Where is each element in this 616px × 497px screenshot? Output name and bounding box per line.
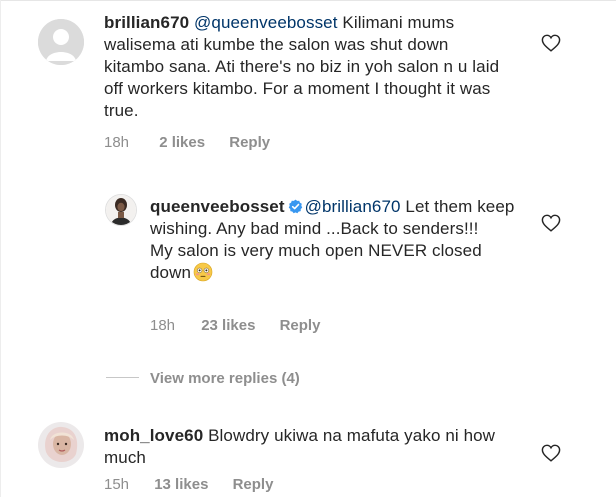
comment-time: 18h bbox=[104, 134, 130, 151]
profile-photo-icon bbox=[106, 195, 136, 225]
heart-outline-icon[interactable] bbox=[541, 214, 561, 232]
comment-likes[interactable]: 2 likes bbox=[159, 134, 205, 152]
comment-meta: 18h 23 likes Reply bbox=[150, 317, 320, 335]
comment-time: 18h bbox=[150, 317, 176, 334]
comment-username[interactable]: queenveebosset bbox=[150, 197, 285, 216]
avatar-moh_love60[interactable] bbox=[38, 422, 84, 468]
reply-button[interactable]: Reply bbox=[229, 134, 270, 152]
flushed-face-emoji-icon bbox=[193, 262, 213, 282]
reply-button[interactable]: Reply bbox=[280, 317, 321, 335]
comment-time: 15h bbox=[104, 476, 130, 493]
default-avatar-icon bbox=[38, 19, 84, 65]
comment-moh_love60: moh_love60 Blowdry ukiwa na mafuta yako … bbox=[0, 410, 616, 497]
comment-text: queenveebosset @brillian670 Let them keep… bbox=[150, 196, 520, 284]
comment-username[interactable]: brillian670 bbox=[104, 13, 189, 32]
view-more-replies-button[interactable]: View more replies (4) bbox=[106, 370, 300, 387]
comment-brillian670: brillian670 @queenveebosset Kilimani mum… bbox=[0, 0, 616, 165]
comment-text: brillian670 @queenveebosset Kilimani mum… bbox=[104, 12, 504, 122]
comment-meta: 18h 2 likes Reply bbox=[104, 134, 270, 152]
comment-mention[interactable]: @queenveebosset bbox=[194, 13, 338, 32]
reply-queenveebosset: queenveebosset @brillian670 Let them keep… bbox=[0, 180, 616, 350]
profile-photo-icon bbox=[38, 422, 84, 468]
comment-likes[interactable]: 13 likes bbox=[154, 476, 208, 494]
verified-badge-icon bbox=[288, 199, 302, 214]
comment-mention[interactable]: @brillian670 bbox=[305, 197, 401, 216]
comment-text: moh_love60 Blowdry ukiwa na mafuta yako … bbox=[104, 425, 524, 469]
comment-username[interactable]: moh_love60 bbox=[104, 426, 203, 445]
heart-outline-icon[interactable] bbox=[541, 34, 561, 52]
avatar-brillian670[interactable] bbox=[38, 19, 84, 65]
reply-button[interactable]: Reply bbox=[233, 476, 274, 494]
view-more-dash bbox=[106, 377, 139, 378]
view-more-label: View more replies (4) bbox=[150, 370, 300, 387]
avatar-queenveebosset[interactable] bbox=[105, 194, 137, 226]
comment-likes[interactable]: 23 likes bbox=[201, 317, 255, 335]
comment-meta: 15h 13 likes Reply bbox=[104, 476, 273, 494]
heart-outline-icon[interactable] bbox=[541, 444, 561, 462]
comments-panel: brillian670 @queenveebosset Kilimani mum… bbox=[0, 0, 616, 497]
